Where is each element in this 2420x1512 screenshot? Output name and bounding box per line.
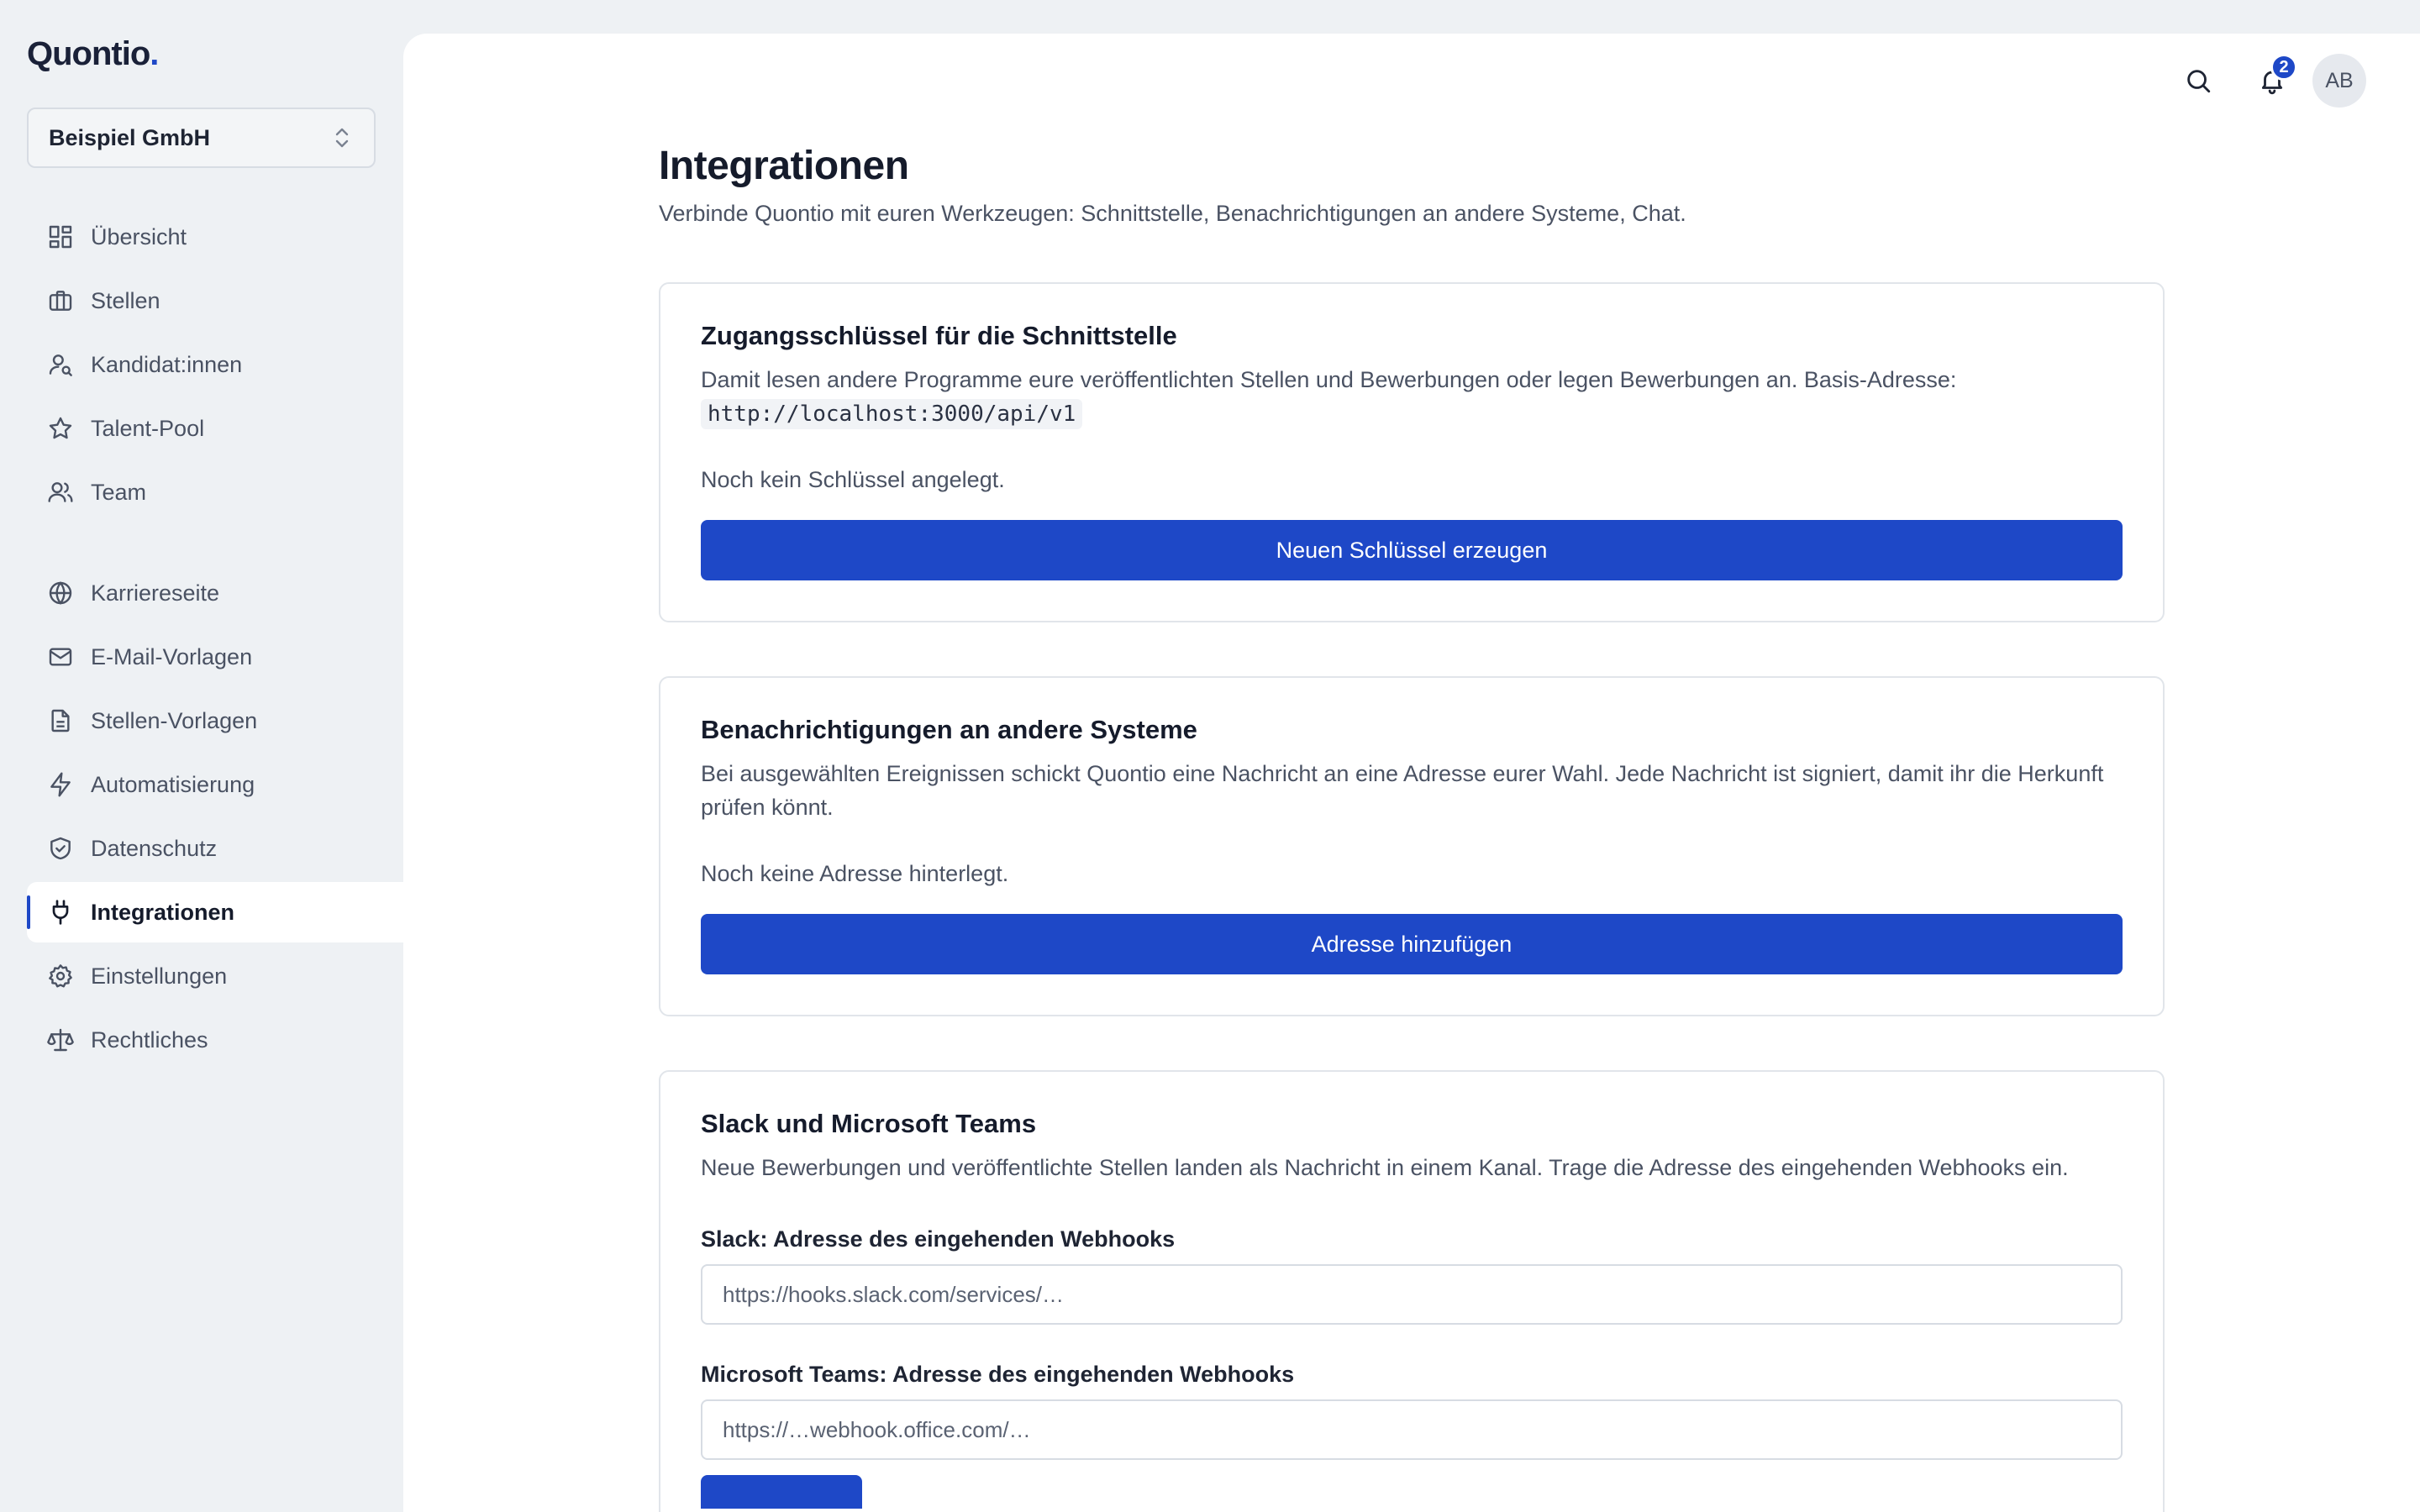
sidebar-item-label: Talent-Pool: [91, 415, 205, 441]
sidebar-item-label: Automatisierung: [91, 771, 255, 797]
api-key-card-description: Damit lesen andere Programme eure veröff…: [701, 363, 2123, 430]
mail-icon: [49, 648, 72, 666]
sidebar-item-stellen-vorlagen[interactable]: Stellen-Vorlagen: [27, 690, 403, 751]
webhooks-card-title: Benachrichtigungen an andere Systeme: [701, 715, 1197, 744]
organization-name: Beispiel GmbH: [49, 124, 211, 150]
page-content: Integrationen Verbinde Quontio mit euren…: [659, 143, 2165, 1512]
sidebar-item-einstellungen[interactable]: Einstellungen: [27, 946, 403, 1006]
dashboard-icon: [49, 225, 72, 249]
sidebar-item-uebersicht[interactable]: Übersicht: [27, 207, 403, 267]
sidebar-item-automatisierung[interactable]: Automatisierung: [27, 754, 403, 815]
sidebar-item-datenschutz[interactable]: Datenschutz: [27, 818, 403, 879]
plug-icon: [52, 900, 69, 925]
star-icon: [49, 417, 72, 439]
webhooks-card-description: Bei ausgewählten Ereignissen schickt Quo…: [701, 761, 2104, 820]
sidebar-item-label: E-Mail-Vorlagen: [91, 643, 253, 669]
search-button[interactable]: [2171, 54, 2225, 108]
top-toolbar: 2 AB: [2151, 54, 2366, 108]
file-text-icon: [51, 709, 70, 732]
save-button[interactable]: [701, 1475, 862, 1509]
sidebar: Quontio. Beispiel GmbH Übersicht Stellen…: [0, 0, 403, 1512]
webhooks-empty-state: Noch keine Adresse hinterlegt.: [701, 861, 1009, 886]
teams-webhook-label: Microsoft Teams: Adresse des eingehenden…: [701, 1362, 1295, 1387]
api-key-card: Zugangsschlüssel für die Schnittstelle D…: [659, 282, 2165, 622]
gear-icon: [49, 964, 72, 988]
teams-webhook-input[interactable]: [701, 1399, 2123, 1460]
api-key-empty-state: Noch kein Schlüssel angelegt.: [701, 467, 1005, 492]
globe-icon: [49, 581, 72, 605]
sidebar-item-integrationen[interactable]: Integrationen: [27, 882, 403, 942]
zap-icon: [50, 772, 71, 797]
sidebar-item-label: Einstellungen: [91, 963, 228, 989]
sidebar-item-label: Kandidat:innen: [91, 351, 243, 377]
api-base-url: http://localhost:3000/api/v1: [701, 399, 1083, 429]
sidebar-item-label: Rechtliches: [91, 1026, 208, 1053]
scale-icon: [47, 1028, 74, 1052]
app-logo-text: Quontio: [27, 35, 150, 72]
sidebar-item-label: Stellen: [91, 287, 160, 313]
sidebar-item-label: Übersicht: [91, 223, 187, 249]
api-key-card-title: Zugangsschlüssel für die Schnittstelle: [701, 321, 1177, 350]
sidebar-item-label: Karriereseite: [91, 580, 220, 606]
sidebar-item-label: Stellen-Vorlagen: [91, 707, 258, 733]
chat-card-description: Neue Bewerbungen und veröffentlichte Ste…: [701, 1155, 2069, 1180]
sidebar-item-talent-pool[interactable]: Talent-Pool: [27, 398, 403, 459]
user-avatar[interactable]: AB: [2312, 54, 2366, 108]
sidebar-item-team[interactable]: Team: [27, 462, 403, 522]
user-search-icon: [49, 354, 72, 376]
sidebar-divider: [27, 526, 403, 563]
sidebar-item-label: Team: [91, 479, 147, 505]
chat-integrations-card: Slack und Microsoft Teams Neue Bewerbung…: [659, 1070, 2165, 1512]
search-icon: [2187, 70, 2211, 93]
webhooks-card: Benachrichtigungen an andere Systeme Bei…: [659, 676, 2165, 1016]
slack-webhook-input[interactable]: [701, 1264, 2123, 1325]
briefcase-icon: [49, 291, 72, 311]
organization-switcher[interactable]: Beispiel GmbH: [27, 108, 376, 168]
slack-webhook-label: Slack: Adresse des eingehenden Webhooks: [701, 1226, 1176, 1252]
sidebar-item-stellen[interactable]: Stellen: [27, 270, 403, 331]
notifications-button[interactable]: 2: [2245, 54, 2299, 108]
add-address-button[interactable]: Adresse hinzufügen: [701, 914, 2123, 974]
sidebar-item-karriereseite[interactable]: Karriereseite: [27, 563, 403, 623]
sidebar-nav: Übersicht Stellen Kandidat:innen Talent-…: [27, 207, 403, 1074]
sidebar-item-label: Datenschutz: [91, 835, 218, 861]
shield-check-icon: [50, 837, 71, 860]
page-title: Integrationen: [659, 144, 909, 188]
sidebar-item-rechtliches[interactable]: Rechtliches: [27, 1010, 403, 1070]
chat-card-title: Slack und Microsoft Teams: [701, 1109, 1037, 1138]
users-icon: [48, 482, 73, 502]
app-logo[interactable]: Quontio.: [27, 35, 159, 73]
notification-count-badge: 2: [2270, 54, 2297, 81]
page-subtitle: Verbinde Quontio mit euren Werkzeugen: S…: [659, 201, 1686, 226]
app-logo-dot: .: [150, 35, 159, 72]
sidebar-item-label: Integrationen: [91, 899, 235, 925]
sidebar-item-email-vorlagen[interactable]: E-Mail-Vorlagen: [27, 627, 403, 687]
sidebar-item-kandidatinnen[interactable]: Kandidat:innen: [27, 334, 403, 395]
generate-key-button[interactable]: Neuen Schlüssel erzeugen: [701, 520, 2123, 580]
chevron-up-down-icon: [335, 128, 349, 148]
api-key-description-text: Damit lesen andere Programme eure veröff…: [701, 367, 1957, 392]
main-panel: 2 AB Integrationen Verbinde Quontio mit …: [403, 34, 2420, 1512]
